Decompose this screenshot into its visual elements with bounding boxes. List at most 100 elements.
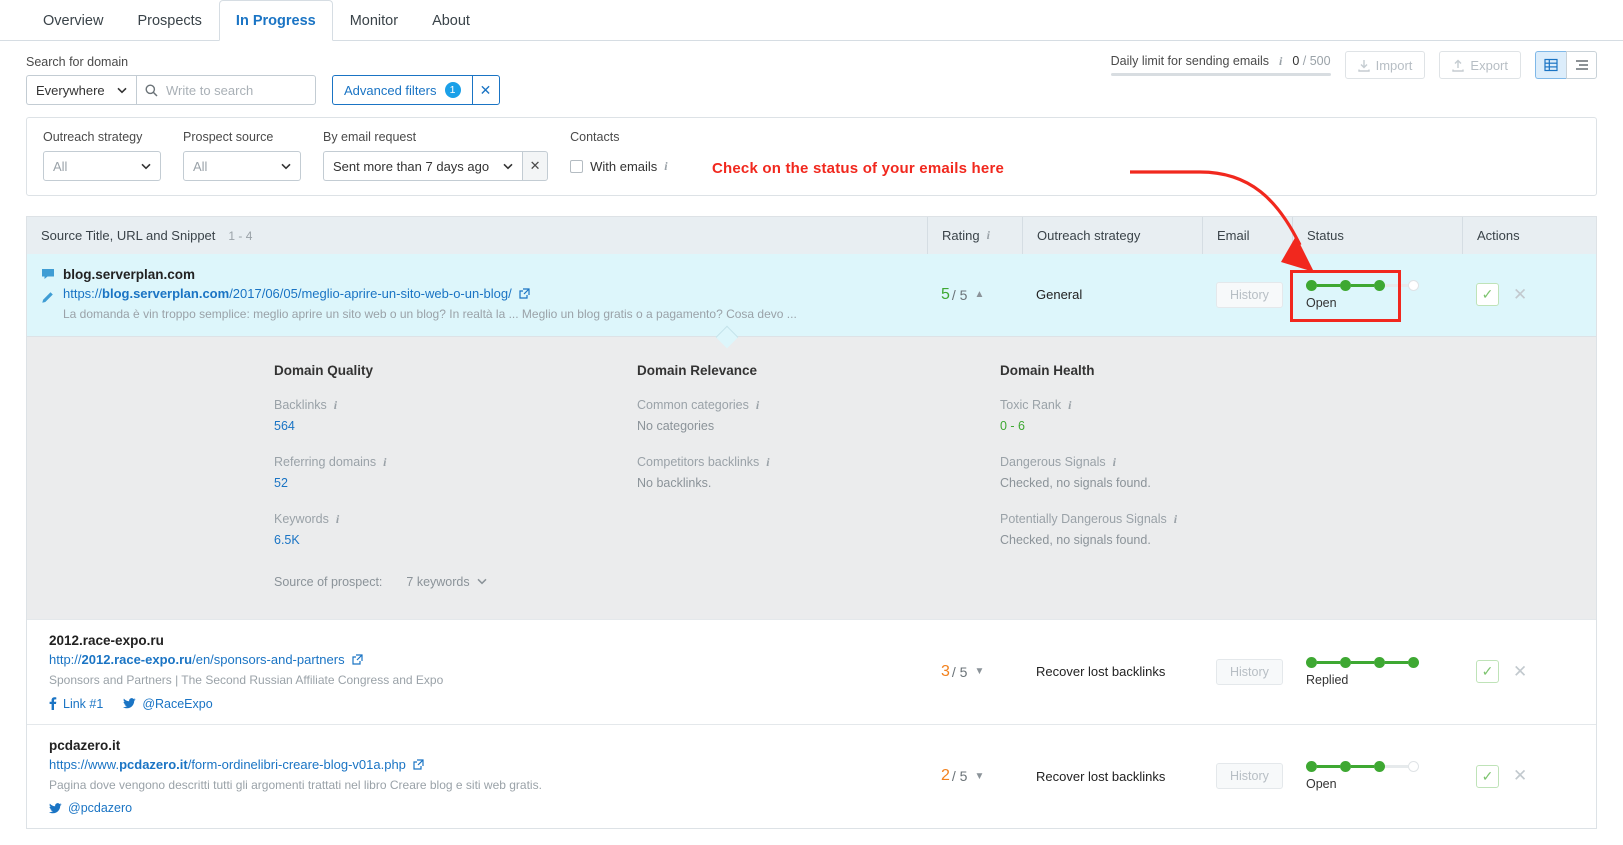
history-button[interactable]: History (1216, 659, 1283, 685)
detail-field-value[interactable]: 6.5K (274, 533, 637, 547)
social-link-twitter[interactable]: @pcdazero (49, 801, 132, 815)
row-rating-cell[interactable]: 5/ 5▲ (927, 254, 1022, 336)
pencil-icon[interactable] (41, 291, 54, 304)
row-url-path: /en/sponsors-and-partners (192, 652, 344, 667)
chevron-down-icon[interactable]: ▼ (974, 771, 984, 782)
chevron-up-icon[interactable]: ▲ (974, 289, 984, 300)
tab-in-progress[interactable]: In Progress (219, 0, 333, 41)
detail-domain-relevance: Domain Relevance Common categoriesi No c… (637, 363, 1000, 569)
row-title[interactable]: 2012.race-expo.ru (49, 633, 443, 648)
reject-button[interactable]: ✕ (1513, 285, 1527, 305)
detail-domain-health-title: Domain Health (1000, 363, 1430, 378)
filter-by-email-request-label: By email request (323, 130, 548, 144)
row-rating-cell[interactable]: 3/ 5▼ (927, 620, 1022, 724)
row-url-scheme: https://www. (49, 757, 119, 772)
info-icon[interactable]: i (766, 455, 769, 470)
column-header-source-label: Source Title, URL and Snippet (41, 228, 215, 243)
results-count: 1 - 4 (228, 229, 252, 243)
table-row[interactable]: pcdazero.it https://www.pcdazero.it/form… (27, 724, 1596, 829)
tab-overview[interactable]: Overview (26, 0, 120, 40)
search-scope-select[interactable]: Everywhere (26, 75, 136, 105)
search-input[interactable] (164, 82, 307, 99)
tab-about[interactable]: About (415, 0, 487, 40)
info-icon[interactable]: i (987, 228, 990, 243)
row-title[interactable]: pcdazero.it (49, 738, 542, 753)
filter-contacts: Contacts With emails i (570, 130, 668, 181)
row-url[interactable]: https://blog.serverplan.com/2017/06/05/m… (63, 286, 797, 301)
filter-by-email-request: By email request Sent more than 7 days a… (323, 130, 548, 181)
with-emails-label: With emails (590, 159, 657, 174)
detail-field: Referring domainsi 52 (274, 455, 637, 490)
row-rating-max: / 5 (952, 287, 968, 303)
tab-prospects[interactable]: Prospects (120, 0, 218, 40)
table-row[interactable]: 2012.race-expo.ru http://2012.race-expo.… (27, 619, 1596, 724)
filter-prospect-source-select[interactable]: All (183, 151, 301, 181)
filter-outreach-strategy: Outreach strategy All (43, 130, 161, 181)
detail-field-label: Competitors backlinks (637, 455, 759, 469)
filter-outreach-strategy-value: All (53, 159, 67, 174)
list-view-button[interactable] (1566, 51, 1597, 79)
info-icon[interactable]: i (1174, 512, 1177, 527)
detail-field-value[interactable]: 564 (274, 419, 637, 433)
twitter-icon (123, 698, 136, 709)
info-icon[interactable]: i (336, 512, 339, 527)
filter-contacts-label: Contacts (570, 130, 668, 144)
row-title[interactable]: blog.serverplan.com (63, 267, 797, 282)
status-label: Open (1306, 777, 1419, 791)
external-link-icon[interactable] (519, 288, 530, 299)
approve-button[interactable]: ✓ (1476, 283, 1499, 306)
row-snippet: Pagina dove vengono descritti tutti gli … (49, 777, 542, 794)
approve-button[interactable]: ✓ (1476, 660, 1499, 683)
source-of-prospect-value: 7 keywords (406, 575, 469, 589)
import-button[interactable]: Import (1345, 51, 1426, 79)
row-url-domain: pcdazero.it (119, 757, 188, 772)
table-row[interactable]: blog.serverplan.com https://blog.serverp… (27, 254, 1596, 336)
source-of-prospect: Source of prospect: 7 keywords (27, 575, 1596, 589)
grid-view-button[interactable] (1535, 51, 1566, 79)
source-of-prospect-value-group[interactable]: 7 keywords (406, 575, 486, 589)
external-link-icon[interactable] (352, 654, 363, 665)
detail-field-label: Toxic Rank (1000, 398, 1061, 412)
row-url[interactable]: https://www.pcdazero.it/form-ordinelibri… (49, 757, 542, 772)
chevron-down-icon (477, 578, 487, 585)
filter-by-email-request-select[interactable]: Sent more than 7 days ago (323, 151, 522, 181)
row-url[interactable]: http://2012.race-expo.ru/en/sponsors-and… (49, 652, 443, 667)
status-label: Replied (1306, 673, 1419, 687)
clear-filters-button[interactable]: ✕ (472, 75, 500, 105)
column-header-rating: Rating i (927, 217, 1022, 255)
search-input-wrap[interactable] (136, 75, 316, 105)
export-button[interactable]: Export (1439, 51, 1521, 79)
reject-button[interactable]: ✕ (1513, 766, 1527, 786)
filter-prospect-source-value: All (193, 159, 207, 174)
export-label: Export (1470, 58, 1508, 73)
history-button[interactable]: History (1216, 763, 1283, 789)
external-link-icon[interactable] (413, 759, 424, 770)
row-source-cell: 2012.race-expo.ru http://2012.race-expo.… (27, 620, 927, 724)
history-button[interactable]: History (1216, 282, 1283, 308)
info-icon[interactable]: i (334, 398, 337, 413)
info-icon[interactable]: i (1113, 455, 1116, 470)
info-icon[interactable]: i (756, 398, 759, 413)
info-icon[interactable]: i (1279, 54, 1282, 69)
daily-limit-progressbar (1111, 73, 1331, 76)
detail-field-value[interactable]: 52 (274, 476, 637, 490)
list-icon (1575, 58, 1589, 72)
row-url-scheme: https:// (63, 286, 102, 301)
filter-by-email-request-clear[interactable]: ✕ (522, 151, 548, 181)
row-status-cell: Open (1292, 725, 1462, 829)
row-rating-cell[interactable]: 2/ 5▼ (927, 725, 1022, 829)
social-link-facebook[interactable]: Link #1 (49, 697, 103, 711)
reject-button[interactable]: ✕ (1513, 662, 1527, 682)
detail-field: Competitors backlinksi No backlinks. (637, 455, 1000, 490)
filter-outreach-strategy-select[interactable]: All (43, 151, 161, 181)
info-icon[interactable]: i (383, 455, 386, 470)
approve-button[interactable]: ✓ (1476, 765, 1499, 788)
info-icon[interactable]: i (664, 159, 667, 174)
with-emails-checkbox[interactable] (570, 160, 583, 173)
chevron-down-icon[interactable]: ▼ (974, 666, 984, 677)
social-link-twitter[interactable]: @RaceExpo (123, 697, 212, 711)
row-rating-max: / 5 (952, 768, 968, 784)
info-icon[interactable]: i (1068, 398, 1071, 413)
tab-monitor[interactable]: Monitor (333, 0, 415, 40)
advanced-filters-button[interactable]: Advanced filters 1 (332, 75, 472, 105)
